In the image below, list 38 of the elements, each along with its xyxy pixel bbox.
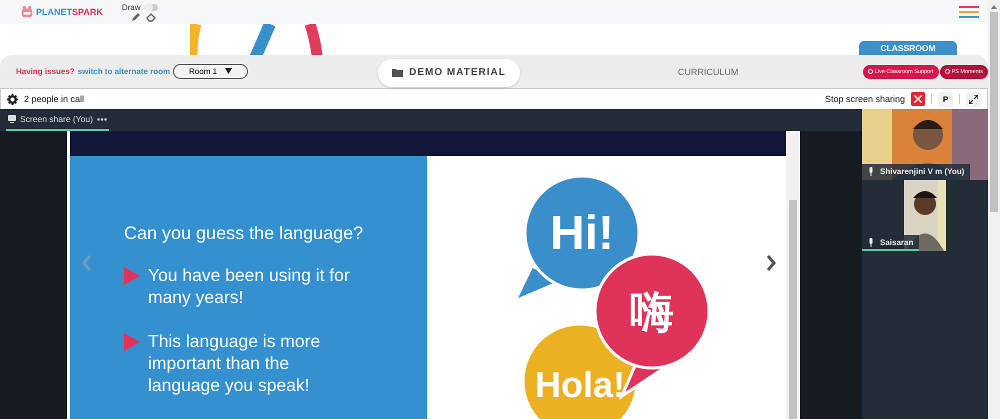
settings-icon[interactable] [7,94,18,104]
logo: PLANETSPARK [20,5,103,19]
menu-icon[interactable] [959,6,979,18]
microphone-icon [868,238,874,246]
draw-label: Draw [122,2,141,12]
section-tab[interactable]: CURRICULUM [672,66,744,78]
circle-icon [868,69,873,74]
dropdown-caret-icon [225,68,232,74]
close-icon [914,95,922,103]
screen-icon [8,115,16,123]
folder-icon [392,68,404,77]
p-button[interactable]: P [938,92,953,106]
participant-name: Saisaran [880,238,914,246]
pencil-icon[interactable] [130,12,141,22]
bubble-text: 嗨 [630,288,674,337]
draw-toggle[interactable] [144,4,158,10]
more-icon[interactable] [96,118,107,120]
page-scrollbar[interactable] [988,0,1000,419]
circle-icon [944,69,950,74]
issue-text: Having issues? [16,67,75,76]
scroll-up-icon[interactable] [991,5,997,9]
classroom-label: CLASSROOM [859,41,957,55]
scrollbar[interactable] [786,131,800,419]
bullet-text: You have been using it for many years! [148,264,351,308]
bubble-text: Hola! [535,364,625,405]
expand-icon [969,94,978,104]
slide-question: Can you guess the language? [124,223,364,244]
bullet-text: This language is more important than the language you speak! [148,330,322,396]
fullscreen-button[interactable] [966,92,981,106]
triangle-bullet-icon [124,333,140,351]
bubble-text: Hi! [550,207,614,260]
people-count: 2 people in call [24,94,84,104]
close-button[interactable] [911,92,925,106]
eraser-icon[interactable] [146,12,156,22]
triangle-bullet-icon [124,267,140,285]
room-select[interactable]: Room 1 [173,64,248,79]
stop-sharing-label: Stop screen sharing [824,94,905,104]
section-tab[interactable]: DEMO MATERIAL [378,58,520,86]
